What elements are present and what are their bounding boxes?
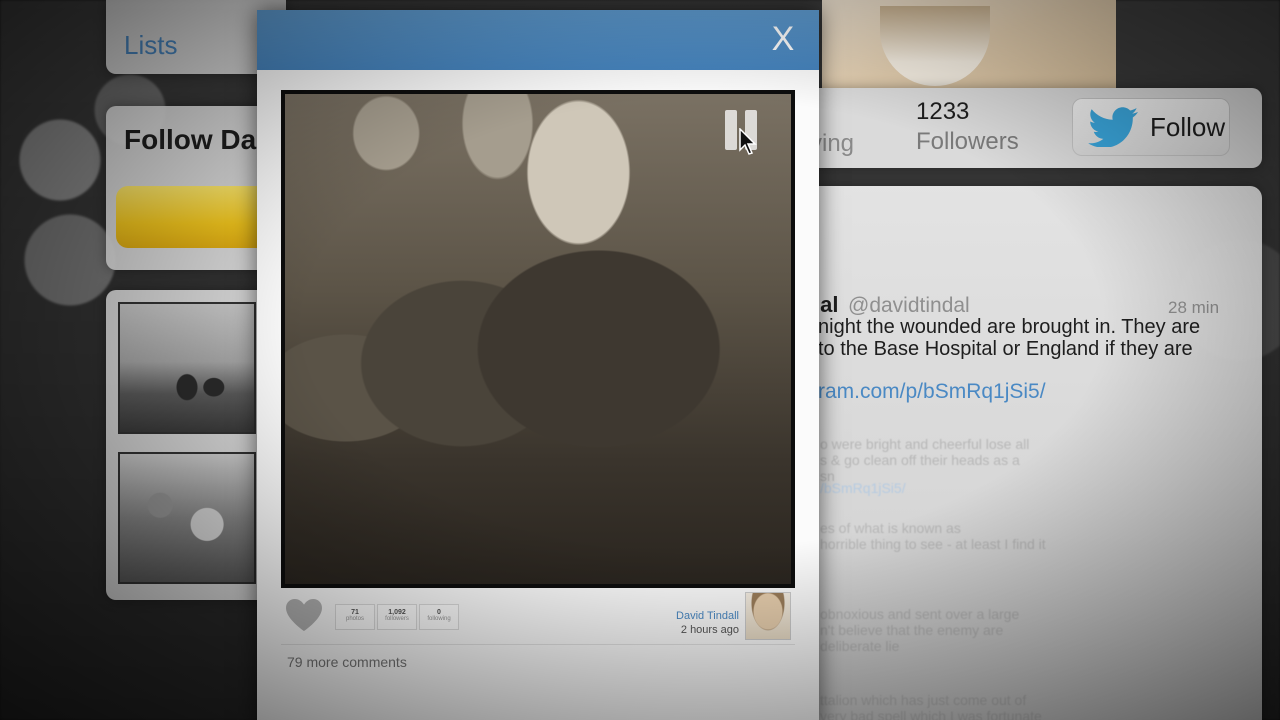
profile-photo-detail [880, 6, 990, 86]
photo-timestamp: 2 hours ago [680, 624, 739, 636]
tweet-link[interactable]: ram.com/p/bSmRq1jSi5/ [818, 380, 1046, 404]
tweet-text-line: night the wounded are brought in. They a… [818, 316, 1201, 338]
tweet-author-handle[interactable]: @davidtindal [848, 294, 970, 318]
photo-thumbnail[interactable] [118, 302, 256, 434]
photo-frame [281, 90, 795, 588]
heart-icon[interactable] [285, 598, 323, 632]
twitter-bird-icon [1088, 107, 1138, 147]
followers-label: Followers [916, 128, 1019, 155]
profile-header-photo [822, 0, 1116, 88]
faded-tweet-line: s & go clean off their heads as a [820, 452, 1020, 468]
faded-tweet-line: very bad spell which I was fortunate [820, 708, 1042, 720]
more-comments-link[interactable]: 79 more comments [287, 654, 407, 670]
modal-header: X [257, 10, 819, 70]
faded-tweet-line: es of what is known as [820, 520, 961, 536]
follow-button-label: Follow [1150, 111, 1226, 142]
following-stat: 0 following [419, 604, 459, 630]
photos-stat: 71 photos [335, 604, 375, 630]
author-avatar[interactable] [745, 592, 791, 640]
profile-stats-panel: ving 1233 Followers Follow [790, 88, 1262, 168]
followers-count: 1233 [916, 98, 970, 125]
tweet-timestamp: 28 min [1168, 298, 1220, 317]
photo-meta-row: 71 photos 1,092 followers 0 following Da… [281, 592, 795, 644]
faded-tweet-link[interactable]: /bSmRq1jSi5/ [820, 480, 906, 496]
tweet-text-line: to the Base Hospital or England if they … [818, 338, 1193, 360]
main-photo[interactable] [285, 94, 791, 584]
faded-tweet-line: n't believe that the enemy are [820, 622, 1004, 638]
photo-modal: X 71 photos 1,092 followers 0 following … [257, 10, 819, 720]
close-button[interactable]: X [767, 22, 799, 56]
photo-author-name[interactable]: David Tindall [676, 610, 739, 622]
lists-link[interactable]: Lists [124, 30, 177, 61]
faded-tweet-line: horrible thing to see - at least I find … [820, 536, 1046, 552]
tweet-feed-panel: lal @davidtindal 28 min night the wounde… [790, 186, 1262, 720]
photo-thumbnail[interactable] [118, 452, 256, 584]
followers-stat: 1,092 followers [377, 604, 417, 630]
divider [281, 644, 795, 645]
faded-tweet-line: deliberate lie [820, 638, 900, 654]
faded-tweet-line: ttalion which has just come out of [820, 692, 1027, 708]
faded-tweet-line: obnoxious and sent over a large [820, 606, 1020, 622]
follow-title: Follow Da [124, 124, 257, 155]
mouse-cursor-icon [739, 128, 757, 155]
twitter-follow-button[interactable]: Follow [1072, 98, 1230, 156]
faded-tweet-line: o were bright and cheerful lose all [820, 436, 1030, 452]
